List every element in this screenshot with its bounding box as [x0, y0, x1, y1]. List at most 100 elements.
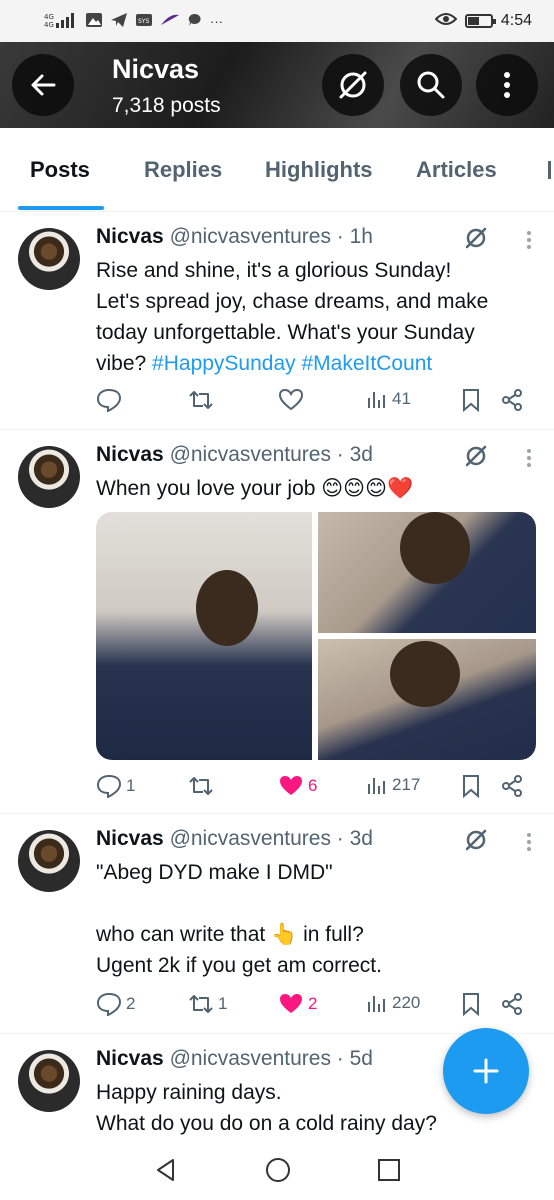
post-text-line: Rise and shine, it's a glorious Sunday! — [96, 259, 452, 282]
svg-text:4G: 4G — [44, 13, 54, 21]
post-header: Nicvas @nicvasventures · 3d — [96, 443, 373, 467]
bookmark-icon — [463, 775, 479, 798]
view-count: 217 — [392, 775, 421, 794]
system-navigation-bar — [0, 1140, 554, 1200]
like-button[interactable]: 2 — [278, 992, 317, 1016]
compose-button[interactable] — [443, 1028, 529, 1114]
grok-explain-icon[interactable] — [462, 826, 490, 854]
grok-explain-icon[interactable] — [462, 442, 490, 470]
battery-icon — [464, 14, 496, 28]
post-item[interactable]: Nicvas @nicvasventures · 3d "Abeg DYD ma… — [0, 814, 554, 1034]
share-button[interactable] — [500, 774, 524, 798]
tab-replies[interactable]: Replies — [144, 128, 222, 212]
tab-highlights-label: Highlights — [265, 157, 373, 182]
bookmark-button[interactable] — [460, 774, 482, 798]
avatar[interactable] — [18, 1050, 80, 1112]
photo[interactable] — [96, 512, 312, 760]
avatar[interactable] — [18, 228, 80, 290]
status-left: 4G 4G SYS ··· — [44, 11, 223, 32]
avatar[interactable] — [18, 446, 80, 508]
tab-highlights[interactable]: Highlights — [265, 128, 373, 212]
more-options-button[interactable] — [476, 54, 538, 116]
svg-text:SYS: SYS — [138, 18, 149, 25]
avatar[interactable] — [18, 830, 80, 892]
status-bar: 4G 4G SYS ··· 4:54 — [0, 0, 554, 42]
bookmark-icon — [463, 993, 479, 1016]
author-name[interactable]: Nicvas — [96, 443, 164, 466]
like-button[interactable]: 6 — [278, 774, 317, 798]
reply-icon — [96, 992, 122, 1016]
repost-icon — [189, 777, 213, 795]
repost-button[interactable] — [188, 388, 218, 412]
plus-icon — [473, 1058, 499, 1084]
nav-recents-icon[interactable] — [377, 1158, 401, 1182]
search-button[interactable] — [400, 54, 462, 116]
post-text-line: What do you do on a cold rainy day? — [96, 1112, 437, 1135]
tab-articles[interactable]: Articles — [416, 128, 497, 212]
nav-home-icon[interactable] — [264, 1156, 292, 1184]
share-icon — [502, 389, 522, 411]
eye-comfort-icon — [434, 11, 458, 32]
views-button[interactable]: 217 — [366, 774, 420, 796]
post-text-line: "Abeg DYD make I DMD" — [96, 861, 333, 884]
post-header: Nicvas @nicvasventures · 1h — [96, 225, 373, 249]
heart-filled-icon — [280, 776, 302, 795]
views-button[interactable]: 220 — [366, 992, 420, 1014]
author-handle[interactable]: @nicvasventures · 3d — [170, 443, 373, 466]
analytics-icon — [368, 996, 385, 1012]
reply-count: 2 — [126, 994, 136, 1013]
photo[interactable] — [318, 512, 536, 633]
share-icon — [502, 993, 522, 1015]
repost-button[interactable]: 1 — [188, 992, 227, 1016]
tab-articles-label: Articles — [416, 157, 497, 182]
more-dots-icon[interactable] — [526, 832, 532, 852]
repost-button[interactable] — [188, 774, 218, 798]
author-handle[interactable]: @nicvasventures · 3d — [170, 827, 373, 850]
tab-posts[interactable]: Posts — [18, 128, 104, 212]
signal-icon: 4G 4G — [44, 11, 78, 32]
post-item[interactable]: Nicvas @nicvasventures · 1h Rise and shi… — [0, 212, 554, 430]
chat-icon — [187, 12, 203, 31]
author-name[interactable]: Nicvas — [96, 225, 164, 248]
post-text-line: today unforgettable. What's your Sunday — [96, 321, 475, 344]
tab-overflow[interactable] — [548, 128, 554, 212]
back-button[interactable] — [12, 54, 74, 116]
post-text-spacer — [96, 888, 536, 919]
share-button[interactable] — [500, 388, 524, 412]
post-actions: 41 — [96, 388, 536, 418]
like-button[interactable] — [278, 388, 308, 412]
bookmark-button[interactable] — [460, 388, 482, 412]
more-dots-icon[interactable] — [526, 230, 532, 250]
reply-count: 1 — [126, 776, 136, 795]
post-actions: 1 6 217 — [96, 774, 536, 804]
grok-button[interactable] — [322, 54, 384, 116]
reply-icon — [96, 774, 122, 798]
post-body: "Abeg DYD make I DMD" who can write that… — [96, 857, 536, 981]
post-item[interactable]: Nicvas @nicvasventures · 3d When you lov… — [0, 430, 554, 814]
views-button[interactable]: 41 — [366, 388, 411, 410]
nav-back-icon[interactable] — [153, 1157, 179, 1183]
profile-name: Nicvas — [112, 54, 200, 84]
post-text-line: vibe? #HappySunday #MakeItCount — [96, 348, 536, 379]
post-text-segment: vibe? — [96, 352, 147, 375]
reply-icon — [96, 388, 122, 412]
more-dots-icon[interactable] — [526, 448, 532, 468]
post-text-line: Let's spread joy, chase dreams, and make — [96, 290, 489, 313]
post-header: Nicvas @nicvasventures · 3d — [96, 827, 373, 851]
reply-button[interactable]: 1 — [96, 774, 135, 798]
repost-count: 1 — [218, 994, 228, 1013]
author-name[interactable]: Nicvas — [96, 1047, 164, 1070]
share-button[interactable] — [500, 992, 524, 1016]
reply-button[interactable]: 2 — [96, 992, 135, 1016]
bookmark-icon — [463, 389, 479, 412]
reply-button[interactable] — [96, 388, 126, 412]
bookmark-button[interactable] — [460, 992, 482, 1016]
view-count: 41 — [392, 389, 411, 408]
hashtag-link[interactable]: #MakeItCount — [302, 352, 433, 375]
photo[interactable] — [318, 639, 536, 760]
author-handle[interactable]: @nicvasventures · 5d — [170, 1047, 373, 1070]
author-name[interactable]: Nicvas — [96, 827, 164, 850]
hashtag-link[interactable]: #HappySunday — [152, 352, 296, 375]
grok-explain-icon[interactable] — [462, 224, 490, 252]
author-handle[interactable]: @nicvasventures · 1h — [170, 225, 373, 248]
